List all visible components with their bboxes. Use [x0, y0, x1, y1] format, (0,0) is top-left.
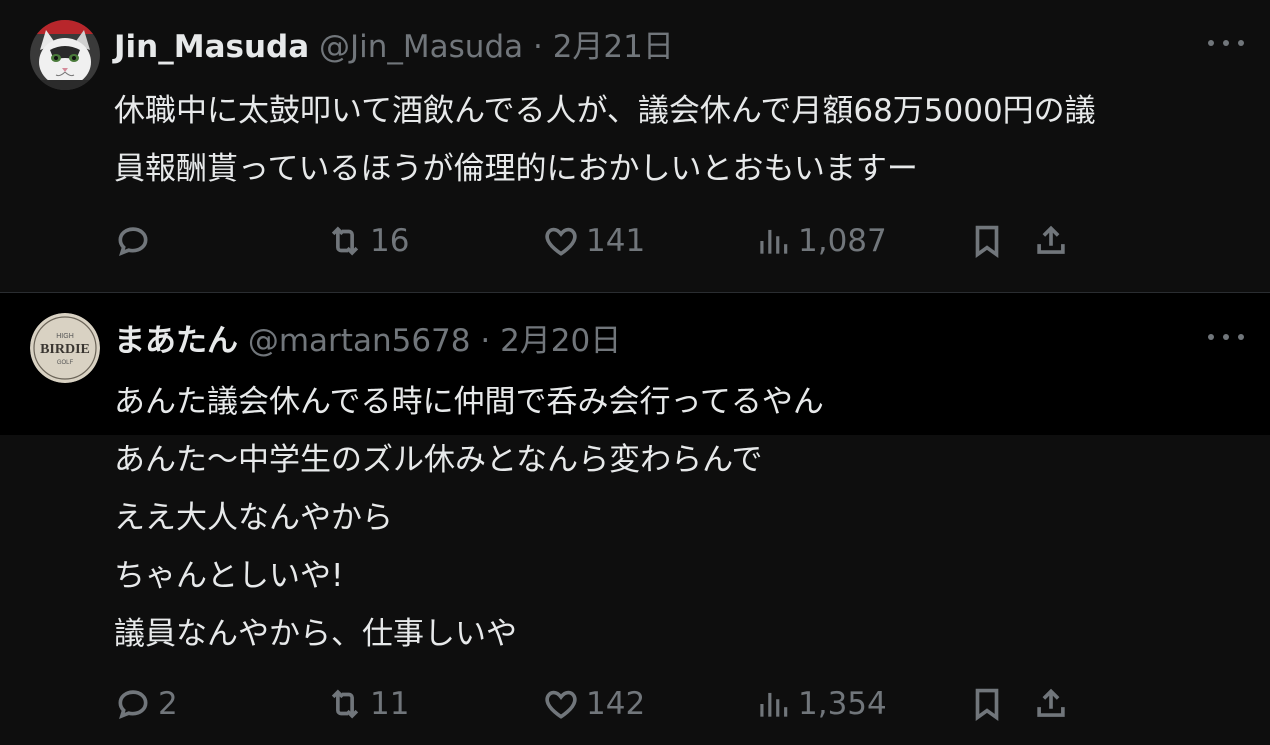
tweet-header: まあたん @martan5678 · 2月20日: [114, 319, 621, 363]
birdie-golf-avatar-icon: HIGH BIRDIE GOLF: [30, 313, 100, 383]
reply-icon: [118, 690, 148, 719]
retweet-count: 11: [370, 686, 410, 722]
retweet-button[interactable]: 11: [326, 681, 409, 727]
share-icon: [1037, 688, 1065, 717]
tweet-date[interactable]: 2月21日: [553, 29, 674, 65]
separator-dot: ·: [532, 29, 543, 65]
tweet-text-line: 休職中に太鼓叩いて酒飲んでる人が、議会休んで月額68万5000円の議: [114, 93, 1096, 129]
display-name[interactable]: Jin_Masuda: [114, 29, 309, 65]
retweet-count: 16: [370, 223, 410, 259]
share-icon: [1037, 225, 1065, 254]
tweet-text-line: 員報酬貰っているほうが倫理的におかしいとおもいますー: [114, 151, 918, 187]
tweet-text-line: 議員なんやから、仕事しいや: [114, 616, 517, 652]
retweet-icon: [331, 689, 359, 719]
more-dot: [1208, 334, 1214, 340]
bookmark-icon: [975, 688, 999, 722]
more-dot: [1223, 334, 1229, 340]
like-count: 142: [586, 686, 646, 722]
avatar-text-top: HIGH: [56, 333, 74, 340]
heart-icon: [545, 227, 577, 256]
bookmark-icon: [975, 225, 999, 259]
tweet-actions: 2 11 142 1,354: [114, 681, 1094, 727]
avatar-text-bottom: GOLF: [57, 360, 74, 366]
views-count: 1,087: [798, 223, 887, 259]
views-count: 1,354: [798, 686, 887, 722]
tweet[interactable]: Jin_Masuda @Jin_Masuda · 2月21日 休職中に太鼓叩いて…: [0, 0, 1270, 292]
reply-count: 2: [158, 686, 178, 722]
more-options-icon[interactable]: [1208, 33, 1244, 53]
avatar-text-main: BIRDIE: [40, 342, 90, 357]
share-button[interactable]: [1032, 218, 1070, 264]
more-dot: [1208, 40, 1214, 46]
reply-button[interactable]: [114, 218, 158, 264]
like-button[interactable]: 142: [542, 681, 645, 727]
tweet[interactable]: HIGH BIRDIE GOLF まあたん @martan5678 · 2月20…: [0, 292, 1270, 745]
tweet-text-line: ええ大人なんやから: [114, 500, 393, 536]
share-button[interactable]: [1032, 681, 1070, 727]
views-button[interactable]: 1,354: [754, 681, 887, 727]
tweet-header: Jin_Masuda @Jin_Masuda · 2月21日: [114, 25, 674, 69]
views-chart-icon: [760, 692, 788, 717]
tweet-text-line: あんた議会休んでる時に仲間で呑み会行ってるやん: [114, 384, 824, 420]
reply-icon: [118, 227, 148, 256]
user-handle[interactable]: @Jin_Masuda: [319, 29, 523, 65]
display-name[interactable]: まあたん: [114, 323, 238, 359]
user-avatar[interactable]: HIGH BIRDIE GOLF: [30, 313, 100, 383]
tweet-date[interactable]: 2月20日: [500, 323, 621, 359]
more-options-icon[interactable]: [1208, 327, 1244, 347]
bookmark-button[interactable]: [968, 218, 1006, 264]
like-button[interactable]: 141: [542, 218, 645, 264]
separator-dot: ·: [480, 323, 491, 359]
tweet-text: あんた議会休んでる時に仲間で呑み会行ってるやん あんた～中学生のズル休みとなんら…: [114, 373, 1244, 663]
user-handle[interactable]: @martan5678: [248, 323, 471, 359]
tweet-actions: 16 141 1,087: [114, 218, 1094, 264]
cat-avatar-icon: [30, 20, 100, 90]
tweet-text-line: ちゃんとしいや!: [114, 558, 344, 594]
reply-button[interactable]: 2: [114, 681, 178, 727]
retweet-button[interactable]: 16: [326, 218, 409, 264]
bookmark-button[interactable]: [968, 681, 1006, 727]
like-count: 141: [586, 223, 646, 259]
views-chart-icon: [760, 229, 788, 254]
heart-icon: [545, 690, 577, 719]
more-dot: [1238, 40, 1244, 46]
tweet-text: 休職中に太鼓叩いて酒飲んでる人が、議会休んで月額68万5000円の議 員報酬貰っ…: [114, 82, 1244, 198]
more-dot: [1238, 334, 1244, 340]
views-button[interactable]: 1,087: [754, 218, 887, 264]
more-dot: [1223, 40, 1229, 46]
user-avatar[interactable]: [30, 20, 100, 90]
tweet-text-line: あんた～中学生のズル休みとなんら変わらんで: [114, 442, 763, 478]
retweet-icon: [331, 226, 359, 256]
